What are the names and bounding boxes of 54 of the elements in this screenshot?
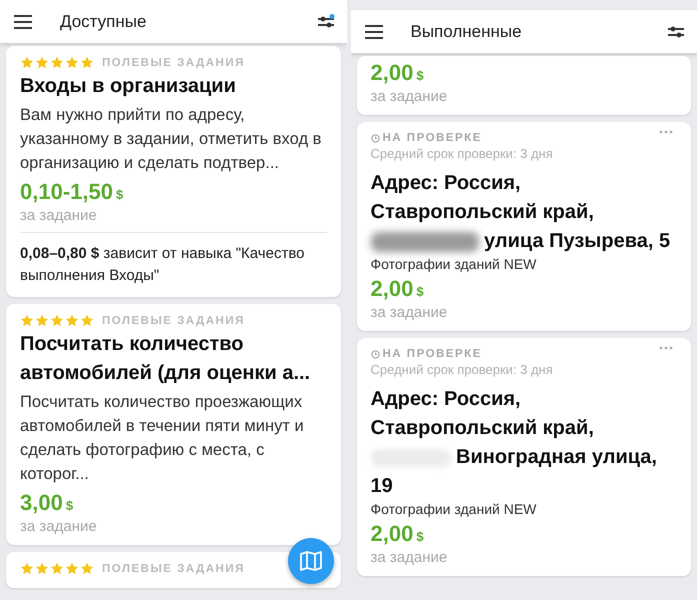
screen-title: Выполненные: [410, 22, 523, 42]
task-price: 3,00$: [20, 490, 74, 516]
status-label: НА ПРОВЕРКЕ: [382, 132, 482, 144]
star-icon: [65, 56, 79, 69]
task-description: Посчитать количество проезжающих автомобилей в течении пяти минут и сделать фотографию с места, с которог...: [20, 392, 305, 485]
status-label: НА ПРОВЕРКЕ: [382, 348, 482, 360]
star-icon: [80, 56, 94, 69]
star-icon: [20, 562, 34, 575]
star-icon: [20, 56, 34, 69]
filter-icon[interactable]: [316, 14, 334, 30]
clock-icon: [370, 134, 380, 142]
star-icon: [35, 56, 49, 69]
star-icon: [80, 314, 94, 327]
filter-icon[interactable]: [667, 24, 685, 40]
task-title: Адрес: Россия, Ставропольский край, улица Пузырева, 5: [370, 171, 672, 254]
task-card[interactable]: НА ПРОВЕРКЕ Средний срок проверки: 3 дня Адрес: Россия, Ставропольский край, улица Пузырева, 5 Фотографии зданий NEW 2,00$ за задание: [356, 122, 691, 331]
task-description: Вам нужно прийти по адресу, указанному в задании, отметить вход в организацию и сделать подтвер...: [20, 105, 322, 174]
task-subtitle: Фотографии зданий NEW: [370, 501, 538, 517]
screen-title: Доступные: [60, 12, 148, 32]
star-icon: [65, 314, 79, 327]
star-icon: [80, 562, 94, 575]
task-card[interactable]: НА ПРОВЕРКЕ Средний срок проверки: 3 дня Адрес: Россия, Ставропольский край, Виноградная улица, 19 Фотографии зданий NEW 2,00$ за задание: [356, 338, 691, 576]
price-note: за задание: [20, 207, 98, 224]
price-note: за задание: [370, 88, 448, 105]
task-price: 2,00$: [370, 60, 425, 86]
task-title: Входы в организации: [20, 74, 237, 99]
task-subtitle: Фотографии зданий NEW: [370, 256, 538, 272]
task-category: ПОЛЕВЫЕ ЗАДАНИЯ: [102, 314, 245, 326]
task-category: ПОЛЕВЫЕ ЗАДАНИЯ: [102, 562, 245, 574]
map-icon: [300, 551, 322, 571]
task-price: 0,10-1,50$: [20, 179, 124, 205]
menu-icon[interactable]: [364, 24, 382, 38]
task-category: ПОЛЕВЫЕ ЗАДАНИЯ: [102, 56, 245, 68]
task-price: 2,00$: [370, 521, 425, 547]
price-note: за задание: [370, 549, 448, 566]
skill-note: 0,08–0,80 $ зависит от навыка "Качество выполнения Входы": [20, 232, 326, 287]
star-icon: [35, 314, 49, 327]
menu-icon[interactable]: [14, 14, 32, 28]
clock-icon: [370, 350, 380, 358]
task-price: 2,00$: [370, 276, 425, 302]
star-icon: [65, 562, 79, 575]
price-note: за задание: [370, 304, 448, 321]
task-card[interactable]: ПОЛЕВЫЕ ЗАДАНИЯ Посчитать количество автомобилей (для оценки а... Посчитать количество проезжающих автомобилей в течении пяти минут и сделать фотографию с места, с которог... 3,00$ за задание: [6, 304, 340, 545]
task-title: Адрес: Россия, Ставропольский край, Виноградная улица, 19: [370, 387, 658, 499]
price-note: за задание: [20, 518, 98, 535]
review-time: Средний срок проверки: 3 дня: [370, 146, 554, 161]
review-time: Средний срок проверки: 3 дня: [370, 362, 554, 377]
star-icon: [50, 314, 64, 327]
task-title: Посчитать количество автомобилей (для оценки а...: [20, 332, 312, 386]
star-icon: [50, 562, 64, 575]
task-card[interactable]: [6, 46, 340, 297]
star-icon: [50, 56, 64, 69]
star-icon: [35, 562, 49, 575]
star-icon: [20, 314, 34, 327]
